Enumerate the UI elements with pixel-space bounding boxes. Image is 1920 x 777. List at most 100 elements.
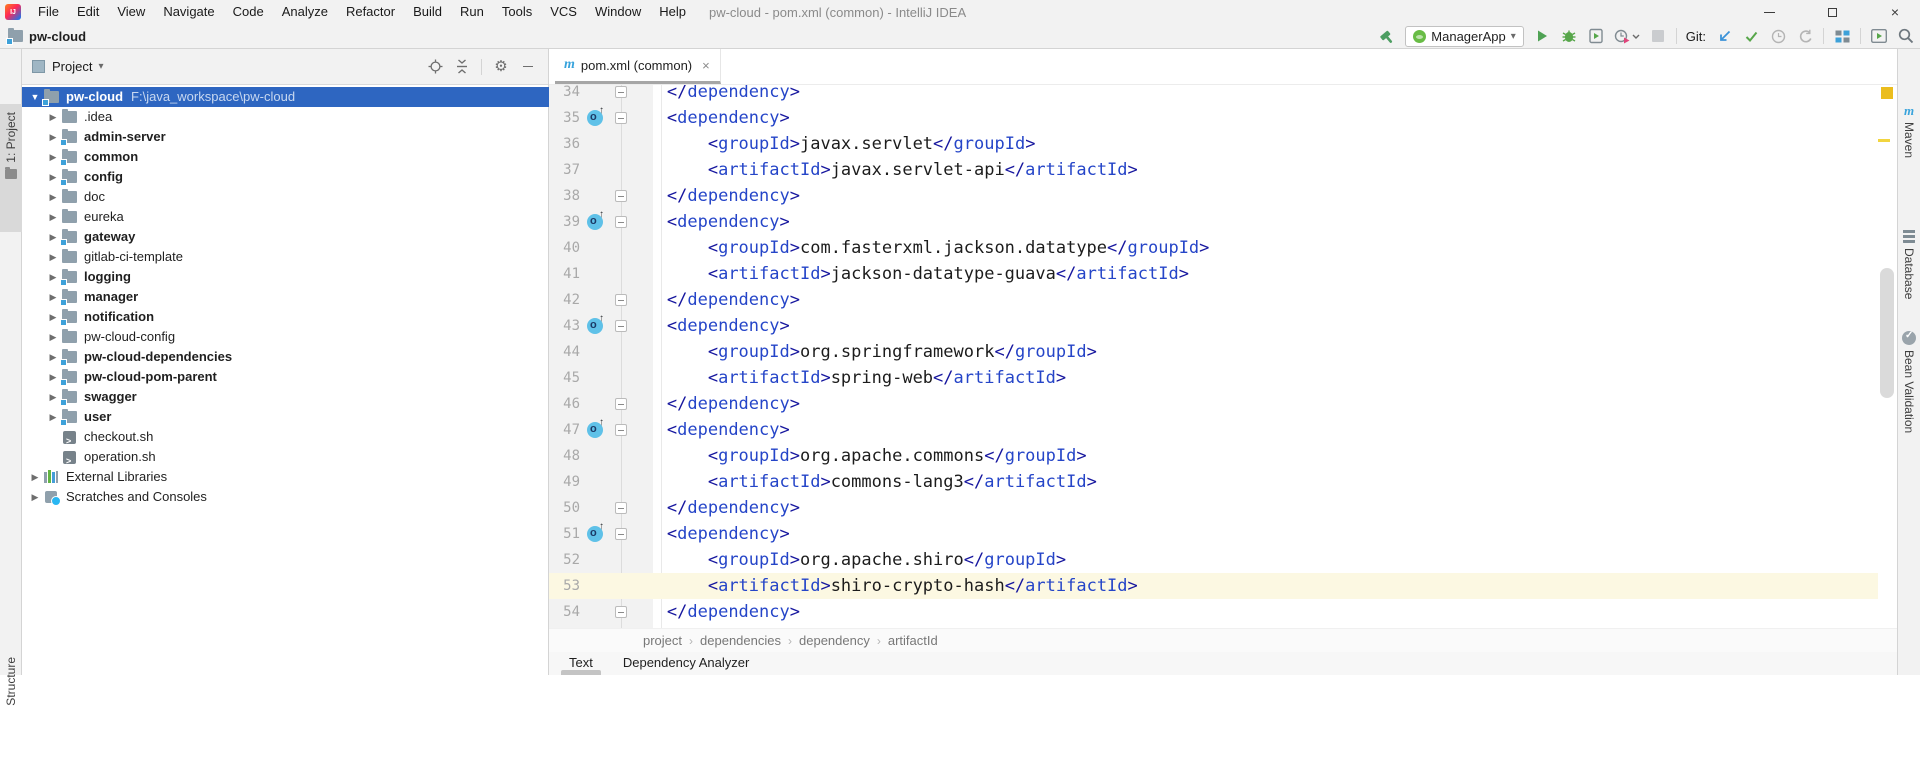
tree-item[interactable]: ▶ swagger bbox=[22, 387, 549, 407]
project-crumb[interactable]: pw-cloud bbox=[8, 29, 86, 44]
code-editor[interactable]: 34 </dependency> 35 <dependency> 36 <gro… bbox=[549, 85, 1878, 628]
code-line[interactable]: 51 <dependency> bbox=[549, 521, 1878, 547]
tree-item[interactable]: ▶ logging bbox=[22, 267, 549, 287]
code-line[interactable]: 42 </dependency> bbox=[549, 287, 1878, 313]
menu-item[interactable]: Help bbox=[650, 0, 695, 24]
tree-item[interactable]: ▶ manager bbox=[22, 287, 549, 307]
menu-item[interactable]: Tools bbox=[493, 0, 541, 24]
tree-item[interactable]: operation.sh bbox=[22, 447, 549, 467]
close-button[interactable]: × bbox=[1878, 1, 1912, 23]
locate-file-icon[interactable] bbox=[427, 59, 443, 75]
code-line[interactable]: 48 <groupId>org.apache.commons</groupId> bbox=[549, 443, 1878, 469]
build-hammer-icon[interactable] bbox=[1378, 27, 1396, 45]
tree-item[interactable]: ▶ pw-cloud-pom-parent bbox=[22, 367, 549, 387]
menu-item[interactable]: Edit bbox=[68, 0, 108, 24]
warning-stripe-mark[interactable] bbox=[1878, 139, 1890, 142]
tree-item[interactable]: ▶ user bbox=[22, 407, 549, 427]
breadcrumb-item[interactable]: dependency bbox=[799, 633, 870, 648]
tree-item[interactable]: ▼ pw-cloud F:\java_workspace\pw-cloud bbox=[22, 87, 549, 107]
tree-item[interactable]: ▶ pw-cloud-dependencies bbox=[22, 347, 549, 367]
close-tab-icon[interactable]: × bbox=[702, 58, 710, 73]
minimize-button[interactable] bbox=[1752, 1, 1786, 23]
expand-arrow-icon[interactable]: ▶ bbox=[44, 207, 62, 227]
inspection-status-indicator[interactable] bbox=[1881, 87, 1893, 99]
tree-item[interactable]: ▶ pw-cloud-config bbox=[22, 327, 549, 347]
profiler-button[interactable] bbox=[1614, 27, 1640, 45]
code-line[interactable]: 43 <dependency> bbox=[549, 313, 1878, 339]
code-line[interactable]: 47 <dependency> bbox=[549, 417, 1878, 443]
collapse-all-icon[interactable] bbox=[454, 59, 470, 75]
git-update-button[interactable] bbox=[1715, 27, 1733, 45]
run-with-coverage-button[interactable] bbox=[1587, 27, 1605, 45]
tree-item[interactable]: checkout.sh bbox=[22, 427, 549, 447]
code-line[interactable]: 34 </dependency> bbox=[549, 85, 1878, 105]
tree-item[interactable]: ▶ notification bbox=[22, 307, 549, 327]
menu-item[interactable]: VCS bbox=[541, 0, 586, 24]
tree-item[interactable]: ▶ doc bbox=[22, 187, 549, 207]
code-line[interactable]: 44 <groupId>org.springframework</groupId… bbox=[549, 339, 1878, 365]
code-line[interactable]: 37 <artifactId>javax.servlet-api</artifa… bbox=[549, 157, 1878, 183]
settings-gear-icon[interactable]: ⚙ bbox=[493, 59, 509, 75]
tool-button-database[interactable]: Database bbox=[1898, 229, 1920, 299]
code-line[interactable]: 40 <groupId>com.fasterxml.jackson.dataty… bbox=[549, 235, 1878, 261]
tree-item[interactable]: ▶ eureka bbox=[22, 207, 549, 227]
tree-item[interactable]: ▶ gitlab-ci-template bbox=[22, 247, 549, 267]
code-line[interactable]: 52 <groupId>org.apache.shiro</groupId> bbox=[549, 547, 1878, 573]
code-line[interactable]: 50 </dependency> bbox=[549, 495, 1878, 521]
menu-item[interactable]: Run bbox=[451, 0, 493, 24]
menu-item[interactable]: Navigate bbox=[154, 0, 223, 24]
menu-item[interactable]: Window bbox=[586, 0, 650, 24]
code-line[interactable]: 46 </dependency> bbox=[549, 391, 1878, 417]
editor-tab-pom-xml[interactable]: m pom.xml (common) × bbox=[555, 49, 721, 84]
hide-panel-icon[interactable] bbox=[520, 59, 536, 75]
code-line[interactable]: 35 <dependency> bbox=[549, 105, 1878, 131]
code-line[interactable]: 38 </dependency> bbox=[549, 183, 1878, 209]
run-button[interactable] bbox=[1533, 27, 1551, 45]
breadcrumb-item[interactable]: project bbox=[643, 633, 682, 648]
code-line[interactable]: 45 <artifactId>spring-web</artifactId> bbox=[549, 365, 1878, 391]
tree-item[interactable]: ▶ gateway bbox=[22, 227, 549, 247]
debug-button[interactable] bbox=[1560, 27, 1578, 45]
expand-arrow-icon[interactable]: ▶ bbox=[26, 467, 44, 487]
code-line[interactable]: 53 <artifactId>shiro-crypto-hash</artifa… bbox=[549, 573, 1878, 599]
tree-item[interactable]: ▶ admin-server bbox=[22, 127, 549, 147]
breadcrumb-item[interactable]: dependencies bbox=[700, 633, 781, 648]
tree-item[interactable]: ▶ External Libraries bbox=[22, 467, 549, 487]
restore-button[interactable] bbox=[1815, 1, 1849, 23]
code-line[interactable]: 41 <artifactId>jackson-datatype-guava</a… bbox=[549, 261, 1878, 287]
tree-item[interactable]: ▶ Scratches and Consoles bbox=[22, 487, 549, 507]
tree-item[interactable]: ▶ common bbox=[22, 147, 549, 167]
menu-item[interactable]: Build bbox=[404, 0, 451, 24]
menu-item[interactable]: View bbox=[108, 0, 154, 24]
code-line[interactable]: 39 <dependency> bbox=[549, 209, 1878, 235]
menu-item[interactable]: Code bbox=[224, 0, 273, 24]
run-anything-icon[interactable] bbox=[1870, 27, 1888, 45]
chevron-down-icon[interactable]: ▾ bbox=[98, 61, 103, 72]
code-line[interactable]: 36 <groupId>javax.servlet</groupId> bbox=[549, 131, 1878, 157]
editor-error-stripe[interactable] bbox=[1878, 85, 1897, 628]
code-line[interactable]: 54 </dependency> bbox=[549, 599, 1878, 625]
expand-arrow-icon[interactable]: ▶ bbox=[44, 247, 62, 267]
expand-arrow-icon[interactable]: ▶ bbox=[44, 327, 62, 347]
run-configuration-select[interactable]: ManagerApp ▾ bbox=[1405, 26, 1523, 47]
git-commit-button[interactable] bbox=[1742, 27, 1760, 45]
tab-text[interactable]: Text bbox=[557, 652, 605, 675]
editor-scrollbar[interactable] bbox=[1880, 268, 1894, 398]
project-structure-icon[interactable] bbox=[1833, 27, 1851, 45]
expand-arrow-icon[interactable]: ▶ bbox=[44, 187, 62, 207]
menu-item[interactable]: Analyze bbox=[273, 0, 337, 24]
tool-button-maven[interactable]: m Maven bbox=[1898, 105, 1920, 158]
tool-button-project[interactable]: 1: Project bbox=[0, 104, 22, 232]
tab-dependency-analyzer[interactable]: Dependency Analyzer bbox=[611, 652, 761, 675]
tool-button-bean-validation[interactable]: Bean Validation bbox=[1898, 331, 1920, 433]
search-everywhere-icon[interactable] bbox=[1897, 27, 1915, 45]
menu-item[interactable]: Refactor bbox=[337, 0, 404, 24]
code-line[interactable]: 49 <artifactId>commons-lang3</artifactId… bbox=[549, 469, 1878, 495]
tool-button-structure[interactable]: Structure bbox=[0, 657, 22, 777]
tree-item[interactable]: ▶ .idea bbox=[22, 107, 549, 127]
expand-arrow-icon[interactable]: ▶ bbox=[44, 107, 62, 127]
menu-item[interactable]: File bbox=[29, 0, 68, 24]
breadcrumb-item[interactable]: artifactId bbox=[888, 633, 938, 648]
tree-item[interactable]: ▶ config bbox=[22, 167, 549, 187]
expand-arrow-icon[interactable]: ▶ bbox=[26, 487, 44, 507]
